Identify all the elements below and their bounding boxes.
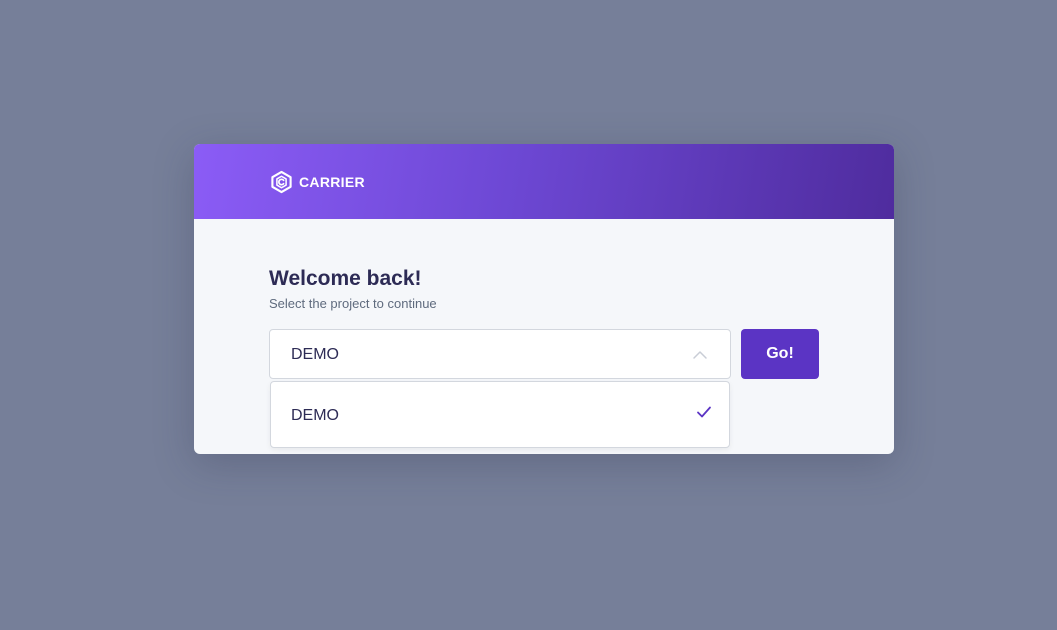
project-option-label: DEMO [291,407,339,424]
welcome-title: Welcome back! [269,267,422,290]
card-header: CARRIER [194,144,894,219]
go-button[interactable]: Go! [741,329,819,379]
carrier-hexagon-icon [271,170,292,194]
chevron-up-icon [693,351,707,359]
project-select[interactable]: DEMO [269,329,731,379]
project-select-value: DEMO [291,346,339,363]
brand-logo: CARRIER [270,170,365,194]
project-dropdown-menu: DEMO [270,381,730,448]
project-select-card: CARRIER Welcome back! Select the project… [194,144,894,454]
checkmark-icon [697,406,711,418]
brand-name: CARRIER [299,174,365,190]
welcome-subtitle: Select the project to continue [269,296,437,311]
project-option-demo[interactable]: DEMO [271,382,729,447]
